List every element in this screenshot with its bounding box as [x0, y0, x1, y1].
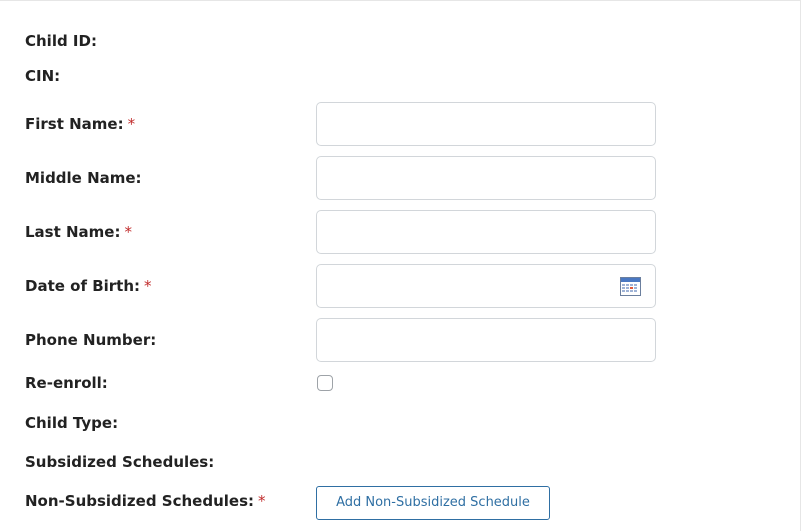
non-subsidized-schedules-label-text: Non-Subsidized Schedules: — [25, 492, 254, 510]
required-marker: * — [144, 277, 152, 295]
child-id-label: Child ID: — [25, 31, 97, 51]
child-form-panel: Child ID: CIN: First Name: * Middle Name:… — [0, 0, 801, 531]
date-of-birth-label-text: Date of Birth: — [25, 277, 141, 295]
middle-name-input[interactable] — [316, 156, 656, 200]
first-name-label-text: First Name: — [25, 115, 124, 133]
last-name-label-text: Last Name: — [25, 223, 121, 241]
middle-name-label-text: Middle Name: — [25, 169, 142, 187]
phone-number-input[interactable] — [316, 318, 656, 362]
last-name-input[interactable] — [316, 210, 656, 254]
phone-number-label-text: Phone Number: — [25, 331, 157, 349]
subsidized-schedules-label: Subsidized Schedules: — [25, 452, 214, 472]
calendar-icon[interactable] — [620, 277, 641, 296]
cin-label: CIN: — [25, 66, 60, 86]
last-name-label: Last Name: * — [25, 222, 132, 242]
cin-label-text: CIN: — [25, 67, 61, 85]
add-non-subsidized-schedule-button[interactable]: Add Non-Subsidized Schedule — [316, 486, 550, 520]
child-type-label: Child Type: — [25, 413, 118, 433]
first-name-input[interactable] — [316, 102, 656, 146]
phone-number-label: Phone Number: — [25, 330, 156, 350]
date-of-birth-input[interactable] — [316, 264, 656, 308]
reenroll-label-text: Re-enroll: — [25, 374, 108, 392]
reenroll-checkbox[interactable] — [317, 375, 333, 391]
subsidized-schedules-label-text: Subsidized Schedules: — [25, 453, 215, 471]
first-name-label: First Name: * — [25, 114, 135, 134]
required-marker: * — [124, 223, 132, 241]
non-subsidized-schedules-label: Non-Subsidized Schedules: * — [25, 491, 266, 511]
required-marker: * — [258, 492, 266, 510]
middle-name-label: Middle Name: — [25, 168, 142, 188]
required-marker: * — [127, 115, 136, 133]
date-of-birth-label: Date of Birth: * — [25, 276, 152, 296]
child-id-label-text: Child ID: — [25, 32, 97, 50]
reenroll-label: Re-enroll: — [25, 373, 108, 393]
child-type-label-text: Child Type: — [25, 414, 119, 432]
